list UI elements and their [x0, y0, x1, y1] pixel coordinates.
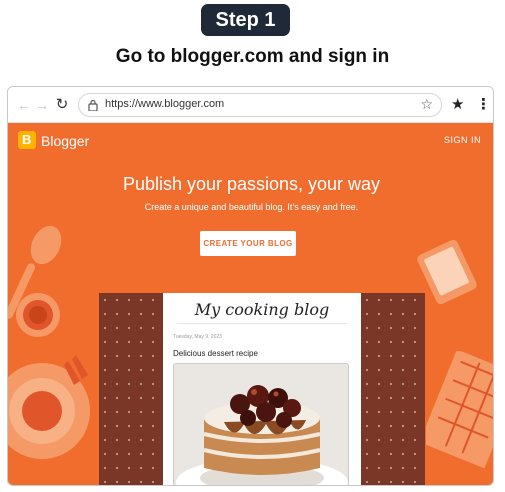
post-date: Tuesday, May 9, 2023	[173, 334, 222, 340]
create-blog-button[interactable]: CREATE YOUR BLOG	[200, 231, 296, 256]
extension-star-icon[interactable]: ★	[451, 95, 464, 113]
reload-icon[interactable]: ↻	[54, 96, 70, 114]
address-bar[interactable]: https://www.blogger.com ☆	[78, 93, 442, 117]
instruction-heading: Go to blogger.com and sign in	[115, 46, 390, 67]
dessert-photo	[173, 363, 349, 485]
blog-card: My cooking blog Tuesday, May 9, 2023 Del…	[163, 293, 361, 485]
plate-illustration	[8, 355, 90, 459]
sign-in-link[interactable]: SIGN IN	[444, 135, 481, 145]
step-badge: Step 1	[201, 4, 290, 36]
pattern-left	[99, 293, 163, 485]
blogger-homepage: B Blogger SIGN IN Publish your passions,…	[8, 123, 493, 485]
blogger-logo-icon[interactable]: B	[18, 131, 36, 149]
back-arrow-icon[interactable]: ←	[16, 96, 32, 114]
blog-preview: My cooking blog Tuesday, May 9, 2023 Del…	[99, 293, 425, 485]
browser-toolbar: ← → ↻ https://www.blogger.com ☆ ★ ⋮	[8, 87, 493, 123]
title-divider	[177, 323, 347, 324]
browser-window: ← → ↻ https://www.blogger.com ☆ ★ ⋮ B Bl…	[7, 86, 494, 486]
url-text: https://www.blogger.com	[105, 98, 225, 110]
cookbook-illustration	[426, 351, 493, 469]
pattern-right	[361, 293, 425, 485]
forward-arrow-icon[interactable]: →	[34, 96, 50, 114]
hero-headline: Publish your passions, your way	[122, 174, 381, 194]
post-title: Delicious dessert recipe	[173, 349, 258, 358]
cup-illustration	[16, 293, 60, 337]
menu-dots-icon[interactable]: ⋮	[476, 95, 491, 113]
hero-subheadline: Create a unique and beautiful blog. It’s…	[144, 202, 359, 212]
brand-name[interactable]: Blogger	[41, 133, 89, 149]
bookmark-star-icon[interactable]: ☆	[420, 96, 433, 113]
blog-title: My cooking blog	[194, 300, 330, 319]
lock-icon	[88, 99, 98, 111]
